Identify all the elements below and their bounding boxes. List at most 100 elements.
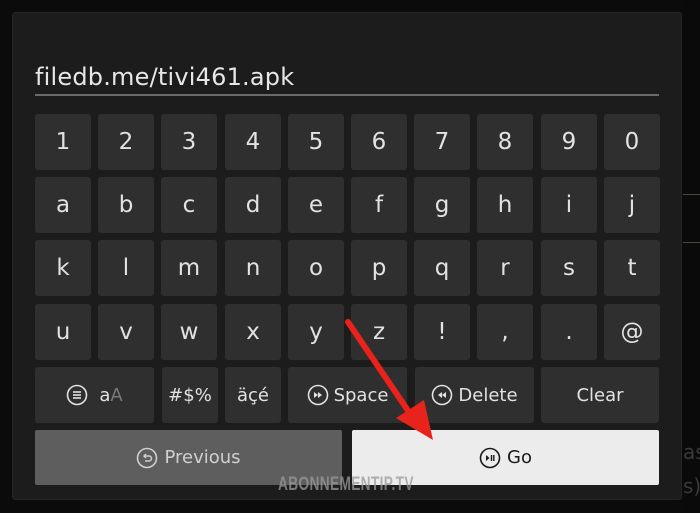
key-label: 3 xyxy=(181,129,197,155)
rewind-icon xyxy=(431,384,453,406)
key-u[interactable]: u xyxy=(35,304,91,360)
key-label: 9 xyxy=(561,129,577,155)
clear-key[interactable]: Clear xyxy=(541,367,659,423)
key-a[interactable]: a xyxy=(35,177,91,233)
background-partial-text: s) xyxy=(683,474,700,498)
key-i[interactable]: i xyxy=(541,177,597,233)
key-label: r xyxy=(500,255,510,281)
go-label: Go xyxy=(507,447,532,468)
key-label: d xyxy=(245,192,261,218)
key-x[interactable]: x xyxy=(225,304,281,360)
background-partial-text: as xyxy=(683,440,700,464)
key-8[interactable]: 8 xyxy=(477,114,533,170)
key-label: x xyxy=(246,319,260,345)
key-label: @ xyxy=(620,319,644,345)
key-label: , xyxy=(501,319,509,345)
key-l[interactable]: l xyxy=(98,240,154,296)
key-c[interactable]: c xyxy=(161,177,217,233)
key-0[interactable]: 0 xyxy=(604,114,660,170)
key-label: b xyxy=(118,192,134,218)
key-label: u xyxy=(55,319,71,345)
menu-icon xyxy=(66,384,88,406)
key-6[interactable]: 6 xyxy=(351,114,407,170)
url-input[interactable]: filedb.me/tivi461.apk xyxy=(35,60,294,94)
accents-key[interactable]: äçé xyxy=(225,367,281,423)
key-label: 5 xyxy=(308,129,324,155)
key-label: 6 xyxy=(371,129,387,155)
key-v[interactable]: v xyxy=(98,304,154,360)
key-,[interactable]: , xyxy=(477,304,533,360)
key-label: e xyxy=(308,192,324,218)
key-r[interactable]: r xyxy=(477,240,533,296)
key-label: 2 xyxy=(118,129,134,155)
background-divider xyxy=(683,242,700,243)
key-label: j xyxy=(628,192,636,218)
delete-key[interactable]: Delete xyxy=(415,367,534,423)
key-3[interactable]: 3 xyxy=(161,114,217,170)
key-f[interactable]: f xyxy=(351,177,407,233)
key-@[interactable]: @ xyxy=(604,304,660,360)
key-4[interactable]: 4 xyxy=(225,114,281,170)
key-label: ! xyxy=(437,319,447,345)
key-k[interactable]: k xyxy=(35,240,91,296)
key-label: k xyxy=(56,255,70,281)
symbols-key[interactable]: #$% xyxy=(162,367,218,423)
key-m[interactable]: m xyxy=(161,240,217,296)
case-toggle-key[interactable]: aA xyxy=(35,367,154,423)
background-right-edge xyxy=(683,0,700,513)
key-b[interactable]: b xyxy=(98,177,154,233)
key-label: p xyxy=(371,255,387,281)
key-q[interactable]: q xyxy=(414,240,470,296)
key-2[interactable]: 2 xyxy=(98,114,154,170)
key-e[interactable]: e xyxy=(288,177,344,233)
case-lower-label: a xyxy=(99,384,111,406)
key-label: g xyxy=(434,192,450,218)
key-y[interactable]: y xyxy=(288,304,344,360)
key-label: y xyxy=(309,319,323,345)
key-label: c xyxy=(182,192,196,218)
key-g[interactable]: g xyxy=(414,177,470,233)
key-t[interactable]: t xyxy=(604,240,660,296)
key-label: 8 xyxy=(497,129,513,155)
key-1[interactable]: 1 xyxy=(35,114,91,170)
key-j[interactable]: j xyxy=(604,177,660,233)
key-label: l xyxy=(122,255,130,281)
watermark: ABONNEMENTIP.TV xyxy=(278,474,414,495)
key-n[interactable]: n xyxy=(225,240,281,296)
key-label: 0 xyxy=(624,129,640,155)
key-![interactable]: ! xyxy=(414,304,470,360)
space-key[interactable]: Space xyxy=(288,367,407,423)
key-z[interactable]: z xyxy=(351,304,407,360)
key-label: t xyxy=(627,255,637,281)
key-label: 1 xyxy=(55,129,71,155)
key-label: 4 xyxy=(245,129,261,155)
key-p[interactable]: p xyxy=(351,240,407,296)
url-input-underline xyxy=(35,94,659,96)
accents-label: äçé xyxy=(236,384,269,406)
key-d[interactable]: d xyxy=(225,177,281,233)
key-w[interactable]: w xyxy=(161,304,217,360)
key-label: o xyxy=(308,255,324,281)
key-label: 7 xyxy=(434,129,450,155)
key-label: h xyxy=(497,192,513,218)
key-label: z xyxy=(372,319,386,345)
key-7[interactable]: 7 xyxy=(414,114,470,170)
key-label: i xyxy=(565,192,573,218)
key-label: a xyxy=(55,192,71,218)
space-label: Space xyxy=(333,384,389,406)
key-.[interactable]: . xyxy=(541,304,597,360)
key-o[interactable]: o xyxy=(288,240,344,296)
key-label: s xyxy=(563,255,575,281)
key-s[interactable]: s xyxy=(541,240,597,296)
case-upper-label: A xyxy=(110,384,123,406)
key-label: m xyxy=(177,255,201,281)
key-label: f xyxy=(374,192,384,218)
symbols-label: #$% xyxy=(168,384,212,406)
play-pause-icon xyxy=(479,447,501,469)
key-h[interactable]: h xyxy=(477,177,533,233)
key-label: w xyxy=(179,319,199,345)
key-9[interactable]: 9 xyxy=(541,114,597,170)
key-label: v xyxy=(119,319,133,345)
delete-label: Delete xyxy=(458,384,518,406)
key-5[interactable]: 5 xyxy=(288,114,344,170)
